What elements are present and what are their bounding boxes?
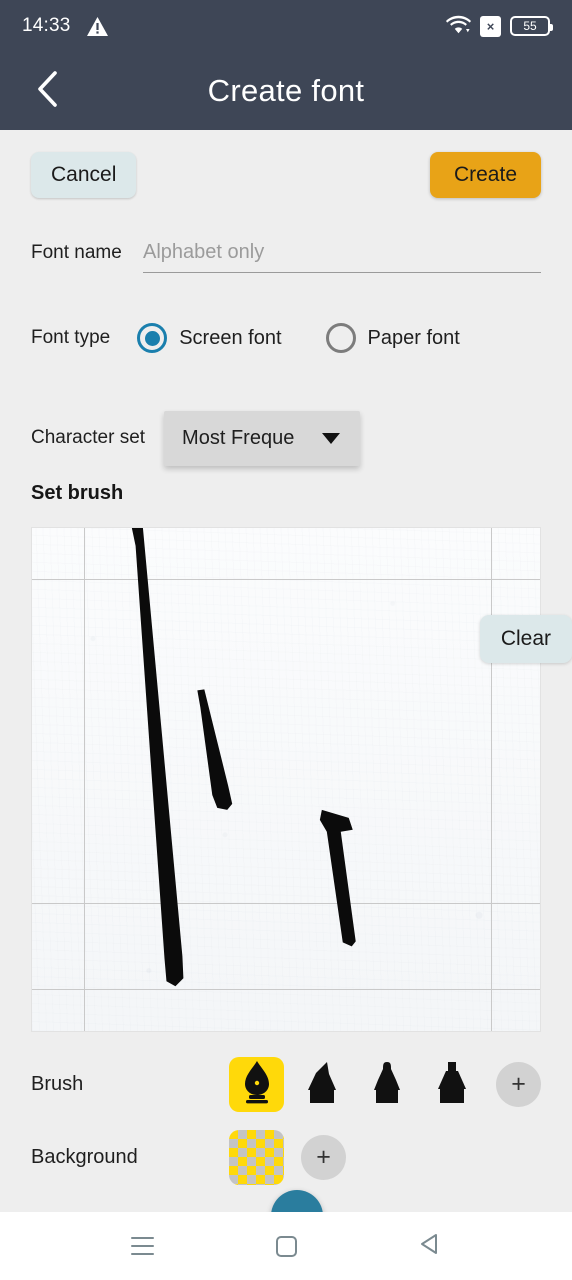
add-background-button[interactable]: + [301, 1134, 346, 1180]
battery-indicator: 55 [510, 16, 553, 36]
page-title: Create font [207, 73, 365, 108]
font-name-input[interactable] [143, 232, 541, 273]
radio-screen-font[interactable]: Screen font [137, 323, 282, 353]
title-bar: Create font [0, 52, 572, 130]
flat-marker-icon [435, 1060, 469, 1109]
nav-back-button[interactable] [400, 1216, 460, 1276]
brush-option-fountain-pen[interactable] [229, 1056, 284, 1112]
radio-selected-icon [137, 323, 168, 353]
content-area: Cancel Create Font name Font type Screen… [0, 130, 572, 1212]
status-bar-left: 14:33 [22, 15, 108, 37]
brush-label: Brush [31, 1072, 84, 1095]
brush-option-chisel-marker[interactable] [294, 1057, 349, 1112]
android-navigation-bar [0, 1212, 572, 1280]
background-label: Background [31, 1145, 138, 1168]
font-type-row: Font type Screen font Paper font [0, 318, 572, 358]
character-set-value: Most Freque [182, 426, 295, 449]
chevron-left-icon [36, 70, 58, 112]
square-icon [275, 1235, 297, 1257]
set-brush-heading: Set brush [31, 482, 124, 504]
brush-row: Brush + [0, 1053, 572, 1115]
cancel-button[interactable]: Cancel [31, 152, 137, 198]
stroke-short-middle [197, 689, 233, 810]
ink-strokes [131, 528, 356, 987]
clear-button[interactable]: Clear [479, 615, 572, 663]
brush-swatches: + [229, 1056, 541, 1112]
font-name-row: Font name [0, 232, 572, 280]
chisel-marker-icon [305, 1060, 339, 1109]
radio-unselected-icon [325, 323, 356, 353]
floating-action-button[interactable] [271, 1190, 323, 1212]
nav-recents-button[interactable] [112, 1216, 172, 1276]
triangle-left-icon [418, 1232, 442, 1261]
hamburger-icon [130, 1237, 154, 1255]
character-set-label: Character set [31, 427, 146, 448]
status-clock: 14:33 [22, 15, 71, 36]
fountain-pen-nib-icon [240, 1060, 274, 1109]
brush-preview-canvas[interactable] [31, 527, 541, 1032]
status-bar: 14:33 × 55 [0, 0, 572, 52]
bullet-marker-icon [370, 1060, 404, 1109]
radio-paper-font[interactable]: Paper font [325, 323, 460, 353]
checkerboard-transparent-swatch[interactable] [229, 1129, 284, 1185]
background-swatches: + [229, 1129, 346, 1185]
stroke-hooked-right [319, 809, 356, 947]
character-set-row: Character set Most Freque [0, 408, 572, 468]
close-badge-icon: × [480, 15, 501, 37]
brush-option-bullet-marker[interactable] [359, 1057, 414, 1112]
font-type-label: Font type [31, 327, 111, 348]
wifi-icon [446, 14, 471, 39]
status-bar-right: × 55 [446, 14, 553, 39]
warning-triangle-icon [86, 16, 108, 36]
action-row: Cancel Create [0, 152, 572, 206]
character-set-dropdown[interactable]: Most Freque [164, 410, 361, 466]
nav-home-button[interactable] [256, 1216, 316, 1276]
stroke-long-left [131, 528, 184, 987]
app-root: 14:33 × 55 Create font Cancel Create Fon… [0, 0, 572, 1280]
add-brush-button[interactable]: + [496, 1061, 541, 1107]
caret-down-icon [322, 432, 341, 444]
brush-option-flat-marker[interactable] [424, 1057, 479, 1112]
back-button[interactable] [20, 52, 74, 130]
battery-level-label: 55 [523, 19, 537, 33]
radio-paper-font-label: Paper font [367, 326, 460, 349]
font-name-label: Font name [31, 242, 122, 263]
background-row: Background + [0, 1126, 572, 1188]
radio-screen-font-label: Screen font [179, 326, 282, 349]
create-button[interactable]: Create [429, 152, 541, 198]
